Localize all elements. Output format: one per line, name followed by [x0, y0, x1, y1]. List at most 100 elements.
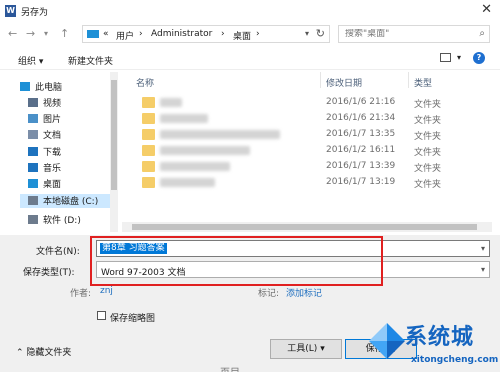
sidebar-item-this-pc[interactable]: 此电脑: [20, 80, 108, 94]
sidebar-item-label: 音乐: [43, 164, 62, 174]
refresh-icon[interactable]: ↻: [316, 27, 325, 40]
drive-icon: [28, 196, 38, 205]
watermark-logo-icon: [369, 323, 405, 359]
documents-icon: [28, 130, 38, 139]
blurred-file-name: [160, 162, 230, 171]
row-date: 2016/1/7 13:39: [326, 161, 396, 171]
watermark-brand-cn: 系统城: [405, 325, 475, 350]
blurred-file-name: [160, 98, 182, 107]
row-type: 文件夹: [414, 100, 442, 110]
up-arrow-icon[interactable]: ↑: [60, 27, 69, 40]
column-divider[interactable]: [408, 72, 409, 88]
sidebar-item-label: 本地磁盘 (C:): [43, 197, 99, 207]
back-arrow-icon[interactable]: ←: [8, 27, 17, 40]
breadcrumb-desktop[interactable]: 桌面: [233, 29, 251, 42]
organize-button[interactable]: 组织 ▾: [18, 54, 43, 67]
navigation-pane: 此电脑 视频 图片 文档 下载 音乐 桌面 本地磁盘 (C:) 软件 (D:): [0, 72, 118, 232]
view-dropdown-icon[interactable]: ▾: [457, 53, 461, 62]
folder-icon: [142, 129, 155, 140]
sidebar-item-label: 文档: [43, 131, 62, 141]
sidebar-item-videos[interactable]: 视频: [28, 96, 108, 110]
blurred-file-name: [160, 114, 208, 123]
watermark: 系统城 xitongcheng.com: [365, 315, 500, 372]
breadcrumb-administrator[interactable]: Administrator: [151, 29, 212, 39]
new-folder-button[interactable]: 新建文件夹: [68, 54, 113, 67]
scrollbar-thumb[interactable]: [111, 80, 117, 190]
video-icon: [28, 98, 38, 107]
search-icon[interactable]: ⌕: [479, 28, 485, 39]
sidebar-item-software-d[interactable]: 软件 (D:): [28, 213, 108, 227]
chevron-down-icon[interactable]: ▾: [481, 265, 485, 274]
tags-label: 标记:: [258, 289, 280, 299]
close-icon[interactable]: ✕: [481, 2, 492, 17]
row-date: 2016/1/6 21:34: [326, 113, 396, 123]
sidebar-item-label: 图片: [43, 115, 62, 125]
folder-icon: [142, 161, 155, 172]
sidebar-item-desktop[interactable]: 桌面: [28, 177, 108, 191]
watermark-brand-en: xitongcheng.com: [411, 355, 499, 365]
title-bar: W 另存为 ✕: [0, 0, 500, 22]
tags-value[interactable]: 添加标记: [286, 286, 322, 299]
address-pc-icon: [87, 30, 99, 38]
breadcrumb-overflow[interactable]: «: [103, 29, 109, 39]
file-name-label: 文件名(N):: [36, 247, 80, 257]
table-row[interactable]: 2016/1/7 13:39 文件夹: [122, 160, 492, 174]
file-list: 名称 修改日期 类型 2016/1/6 21:16 文件夹 2016/1/6 2…: [122, 72, 492, 222]
help-icon[interactable]: ?: [473, 52, 485, 64]
view-options-icon[interactable]: [440, 53, 451, 62]
chevron-down-icon: ▾: [320, 344, 325, 354]
column-header-date-modified[interactable]: 修改日期: [326, 76, 362, 89]
hide-folders-label: 隐藏文件夹: [26, 348, 72, 358]
tools-label: 工具(L): [287, 344, 318, 354]
breadcrumb-separator[interactable]: ›: [221, 29, 225, 39]
pictures-icon: [28, 114, 38, 123]
search-box[interactable]: ⌕: [338, 25, 490, 43]
scrollbar-thumb[interactable]: [132, 224, 477, 230]
folder-icon: [142, 97, 155, 108]
blurred-file-name: [160, 178, 215, 187]
address-dropdown-icon[interactable]: ▾: [305, 29, 309, 38]
sidebar-item-documents[interactable]: 文档: [28, 128, 108, 142]
tools-button[interactable]: 工具(L) ▾: [270, 339, 342, 359]
column-header-type[interactable]: 类型: [414, 76, 432, 89]
blurred-file-name: [160, 146, 250, 155]
forward-arrow-icon[interactable]: →: [26, 27, 35, 40]
navigation-pane-scrollbar[interactable]: [110, 72, 118, 232]
column-header-name[interactable]: 名称: [136, 76, 154, 89]
chevron-up-icon: ⌃: [16, 348, 24, 358]
table-row[interactable]: 2016/1/7 13:35 文件夹: [122, 128, 492, 142]
row-date: 2016/1/7 13:35: [326, 129, 396, 139]
table-row[interactable]: 2016/1/7 13:19 文件夹: [122, 176, 492, 190]
table-row[interactable]: 2016/1/2 16:11 文件夹: [122, 144, 492, 158]
breadcrumb-separator[interactable]: ›: [256, 29, 260, 39]
author-label: 作者:: [70, 289, 92, 299]
hide-folders-toggle[interactable]: ⌃ 隐藏文件夹: [16, 345, 71, 358]
sidebar-item-local-disk-c[interactable]: 本地磁盘 (C:): [20, 194, 110, 208]
breadcrumb-users[interactable]: 用户: [116, 29, 134, 42]
save-thumbnail-checkbox[interactable]: [97, 311, 106, 320]
sidebar-item-downloads[interactable]: 下载: [28, 145, 108, 159]
annotation-highlight-box: [90, 236, 383, 286]
author-value[interactable]: znj: [100, 286, 113, 296]
sidebar-item-label: 视频: [43, 99, 62, 109]
table-row[interactable]: 2016/1/6 21:34 文件夹: [122, 112, 492, 126]
chevron-down-icon[interactable]: ▾: [481, 244, 485, 253]
row-type: 文件夹: [414, 148, 442, 158]
table-row[interactable]: 2016/1/6 21:16 文件夹: [122, 96, 492, 110]
pc-icon: [20, 82, 30, 91]
folder-icon: [142, 145, 155, 156]
row-date: 2016/1/6 21:16: [326, 97, 396, 107]
folder-icon: [142, 113, 155, 124]
background-partial-text: 页目: [220, 364, 240, 372]
desktop-icon: [28, 179, 38, 188]
recent-locations-chevron-icon[interactable]: ▾: [44, 29, 48, 38]
sidebar-item-pictures[interactable]: 图片: [28, 112, 108, 126]
breadcrumb-separator[interactable]: ›: [139, 29, 143, 39]
save-type-label: 保存类型(T):: [23, 268, 75, 278]
file-list-horizontal-scrollbar[interactable]: [122, 222, 492, 232]
address-bar[interactable]: « 用户 › Administrator › 桌面 › ▾ ↻: [82, 25, 330, 43]
sidebar-item-music[interactable]: 音乐: [28, 161, 108, 175]
save-thumbnail-label: 保存缩略图: [110, 314, 156, 324]
column-divider[interactable]: [320, 72, 321, 88]
search-input[interactable]: [345, 29, 465, 39]
